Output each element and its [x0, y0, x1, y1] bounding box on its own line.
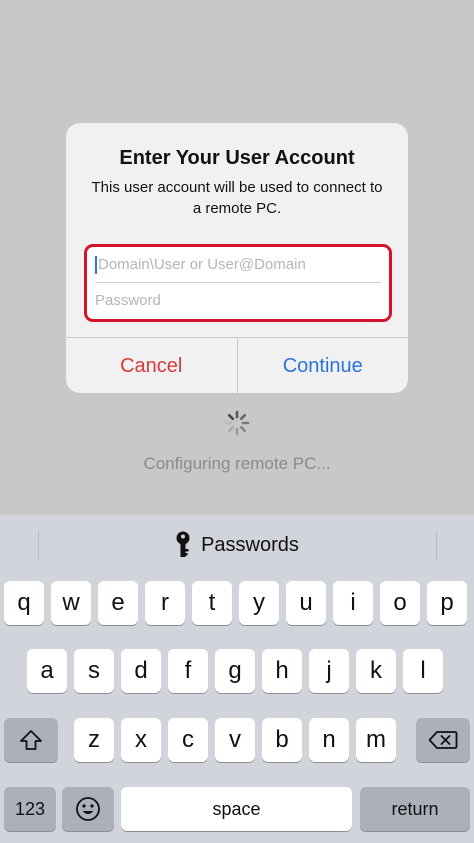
text-caret — [95, 256, 97, 275]
backspace-icon — [428, 731, 458, 749]
key-i[interactable]: i — [333, 581, 373, 625]
key-m[interactable]: m — [356, 718, 396, 762]
key-j[interactable]: j — [309, 649, 349, 693]
passwords-label: Passwords — [201, 533, 299, 556]
backspace-key[interactable] — [416, 718, 470, 762]
username-field[interactable]: Domain\User or User@Domain — [95, 248, 381, 283]
space-key[interactable]: space — [121, 787, 352, 831]
key-s[interactable]: s — [74, 649, 114, 693]
emoji-icon — [76, 797, 100, 821]
onscreen-keyboard: Passwords q w e r t y u i o p a s d f g … — [0, 515, 474, 843]
password-field[interactable]: Password — [95, 284, 381, 318]
key-c[interactable]: c — [168, 718, 208, 762]
shift-icon — [20, 730, 42, 750]
key-y[interactable]: y — [239, 581, 279, 625]
shift-key[interactable] — [4, 718, 58, 762]
dialog-title: Enter Your User Account — [119, 147, 355, 169]
key-l[interactable]: l — [403, 649, 443, 693]
key-g[interactable]: g — [215, 649, 255, 693]
dialog-button-row: Cancel Continue — [66, 337, 408, 393]
key-p[interactable]: p — [427, 581, 467, 625]
key-n[interactable]: n — [309, 718, 349, 762]
username-placeholder: Domain\User or User@Domain — [98, 256, 306, 273]
key-a[interactable]: a — [27, 649, 67, 693]
emoji-key[interactable] — [62, 787, 114, 831]
suggestion-bar: Passwords — [0, 515, 474, 575]
key-h[interactable]: h — [262, 649, 302, 693]
key-u[interactable]: u — [286, 581, 326, 625]
key-q[interactable]: q — [4, 581, 44, 625]
key-b[interactable]: b — [262, 718, 302, 762]
credentials-field-group: Domain\User or User@Domain Password — [84, 244, 392, 322]
key-v[interactable]: v — [215, 718, 255, 762]
status-text: Configuring remote PC... — [143, 454, 331, 473]
password-placeholder: Password — [95, 292, 161, 309]
key-w[interactable]: w — [51, 581, 91, 625]
passwords-suggestion[interactable]: Passwords — [0, 515, 474, 575]
key-d[interactable]: d — [121, 649, 161, 693]
key-z[interactable]: z — [74, 718, 114, 762]
key-f[interactable]: f — [168, 649, 208, 693]
continue-button[interactable]: Continue — [238, 338, 409, 393]
key-x[interactable]: x — [121, 718, 161, 762]
key-r[interactable]: r — [145, 581, 185, 625]
key-e[interactable]: e — [98, 581, 138, 625]
key-o[interactable]: o — [380, 581, 420, 625]
key-k[interactable]: k — [356, 649, 396, 693]
dialog-message: This user account will be used to connec… — [91, 179, 383, 217]
numbers-key[interactable]: 123 — [4, 787, 56, 831]
user-account-dialog: Enter Your User Account This user accoun… — [66, 123, 408, 393]
loading-spinner-icon — [224, 410, 250, 436]
cancel-button[interactable]: Cancel — [66, 338, 238, 393]
key-t[interactable]: t — [192, 581, 232, 625]
key-icon — [176, 531, 190, 557]
return-key[interactable]: return — [360, 787, 470, 831]
